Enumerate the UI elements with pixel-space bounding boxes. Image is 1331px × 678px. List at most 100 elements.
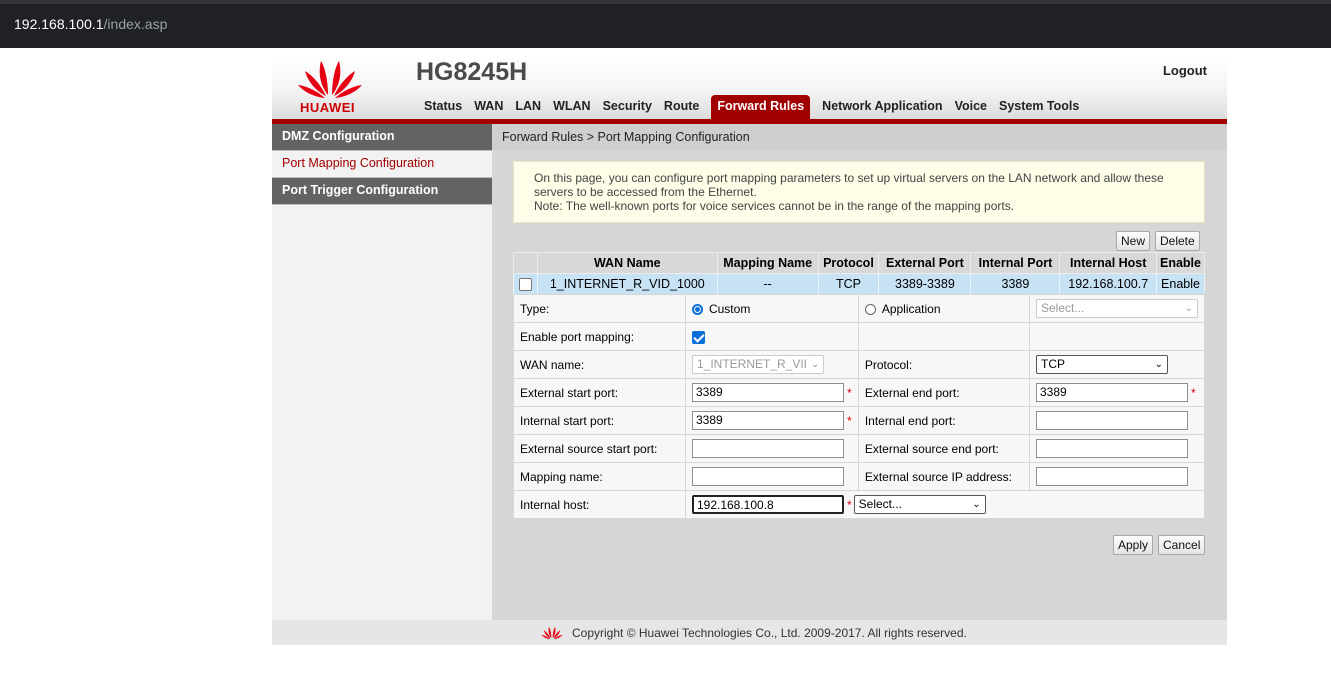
copyright-text: Copyright © Huawei Technologies Co., Ltd…	[572, 626, 967, 640]
internal-end-port-label: Internal end port:	[857, 406, 1031, 435]
chevron-down-icon: ⌄	[1154, 359, 1163, 370]
mapping-name-label: Mapping name:	[513, 462, 686, 491]
application-select-cell: Select... ⌄	[1029, 294, 1205, 323]
internal-start-port-label: Internal start port:	[513, 406, 686, 435]
protocol-select[interactable]: TCP ⌄	[1036, 355, 1168, 374]
required-mark: *	[846, 385, 852, 400]
internal-host-label: Internal host:	[513, 490, 686, 519]
external-end-port-cell: 3389 *	[1029, 378, 1205, 407]
protocol-cell: TCP ⌄	[1029, 350, 1205, 379]
cell-internal-host: 192.168.100.7	[1059, 273, 1157, 295]
sidebar-item-port-mapping[interactable]: Port Mapping Configuration	[272, 151, 492, 178]
tab-lan[interactable]: LAN	[509, 95, 547, 119]
header-mapping-name: Mapping Name	[716, 252, 819, 274]
type-custom-label: Custom	[708, 301, 751, 316]
cell-internal-port: 3389	[970, 273, 1061, 295]
enable-mapping-checkbox[interactable]	[691, 330, 705, 344]
note-line-3: Note: The well-known ports for voice ser…	[534, 199, 1015, 213]
apply-button[interactable]: Apply	[1113, 535, 1154, 555]
internal-host-select-value: Select...	[858, 497, 902, 511]
external-end-port-label: External end port:	[857, 378, 1031, 407]
tab-route[interactable]: Route	[658, 95, 705, 119]
tab-wan[interactable]: WAN	[468, 95, 509, 119]
header-enable: Enable	[1156, 252, 1205, 274]
cell-wan-name: 1_INTERNET_R_VID_1000	[536, 273, 718, 295]
new-button[interactable]: New	[1116, 231, 1151, 251]
protocol-label: Protocol:	[857, 350, 1031, 379]
type-label: Type:	[513, 294, 686, 323]
huawei-logo: HUAWEI	[294, 55, 366, 119]
logout-link[interactable]: Logout	[1163, 63, 1207, 78]
delete-button[interactable]: Delete	[1155, 231, 1200, 251]
wan-name-value: 1_INTERNET_R_VII	[696, 357, 808, 371]
source-end-port-cell	[1029, 434, 1205, 463]
source-start-port-input[interactable]	[691, 439, 844, 458]
mapping-name-cell	[684, 462, 859, 491]
main-nav: Status WAN LAN WLAN Security Route Forwa…	[418, 95, 1085, 119]
protocol-value: TCP	[1041, 357, 1065, 371]
page-header: HUAWEI HG8245H Logout Status WAN LAN WLA…	[272, 55, 1227, 124]
external-end-port-input[interactable]: 3389	[1036, 383, 1188, 402]
source-ip-input[interactable]	[1036, 467, 1188, 486]
tab-forward-rules[interactable]: Forward Rules	[711, 95, 811, 119]
wan-name-select[interactable]: 1_INTERNET_R_VII ⌄	[691, 355, 824, 374]
table-row[interactable]: 1_INTERNET_R_VID_1000 -- TCP 3389-3389 3…	[513, 273, 1205, 295]
tab-system-tools[interactable]: System Tools	[993, 95, 1085, 119]
sidebar-item-dmz[interactable]: DMZ Configuration	[272, 124, 492, 151]
source-start-port-label: External source start port:	[513, 434, 686, 463]
internal-host-input[interactable]: 192.168.100.8	[691, 495, 844, 514]
row-select-cell	[513, 273, 538, 295]
chevron-down-icon: ⌄	[1184, 303, 1193, 314]
external-start-port-cell: 3389 *	[684, 378, 859, 407]
header-protocol: Protocol	[817, 252, 880, 274]
chevron-down-icon: ⌄	[972, 499, 981, 510]
internal-start-port-cell: 3389 *	[684, 406, 859, 435]
type-custom-radio[interactable]	[691, 303, 703, 315]
tab-network-application[interactable]: Network Application	[816, 95, 948, 119]
info-note: On this page, you can configure port map…	[513, 161, 1205, 223]
port-mapping-form: Type: Custom Application Select... ⌄ Enab…	[513, 294, 1206, 519]
row-checkbox[interactable]	[518, 278, 532, 292]
external-start-port-input[interactable]: 3389	[691, 383, 844, 402]
sidebar-item-port-trigger[interactable]: Port Trigger Configuration	[272, 178, 492, 205]
chevron-down-icon: ⌄	[811, 359, 820, 370]
note-line-2: servers to be accessed from the Ethernet…	[534, 185, 757, 199]
header-wan-name: WAN Name	[536, 252, 718, 274]
brand-name: HUAWEI	[300, 100, 355, 115]
required-mark: *	[846, 413, 852, 428]
url-field[interactable]: 192.168.100.1/index.asp	[14, 16, 167, 32]
internal-end-port-cell	[1029, 406, 1205, 435]
huawei-petals-icon	[298, 61, 362, 98]
header-internal-host: Internal Host	[1059, 252, 1157, 274]
device-model: HG8245H	[416, 58, 528, 86]
internal-host-select[interactable]: Select... ⌄	[853, 495, 986, 514]
url-path: /index.asp	[103, 16, 168, 32]
tab-status[interactable]: Status	[418, 95, 468, 119]
type-application-radio[interactable]	[864, 303, 876, 315]
internal-end-port-input[interactable]	[1036, 411, 1188, 430]
header-external-port: External Port	[878, 252, 972, 274]
source-start-port-cell	[684, 434, 859, 463]
enable-mapping-cell	[684, 322, 859, 351]
header-internal-port: Internal Port	[970, 252, 1061, 274]
cell-external-port: 3389-3389	[878, 273, 972, 295]
huawei-petals-icon	[541, 626, 563, 640]
router-admin-frame: HUAWEI HG8245H Logout Status WAN LAN WLA…	[272, 55, 1227, 645]
application-select[interactable]: Select... ⌄	[1036, 299, 1198, 318]
browser-address-bar: 192.168.100.1/index.asp	[0, 0, 1331, 48]
source-end-port-input[interactable]	[1036, 439, 1188, 458]
tab-wlan[interactable]: WLAN	[547, 95, 597, 119]
cancel-button[interactable]: Cancel	[1158, 535, 1206, 555]
breadcrumb: Forward Rules > Port Mapping Configurati…	[492, 124, 1227, 150]
tab-voice[interactable]: Voice	[949, 95, 993, 119]
external-start-port-label: External start port:	[513, 378, 686, 407]
internal-start-port-input[interactable]: 3389	[691, 411, 844, 430]
main-content: Forward Rules > Port Mapping Configurati…	[492, 124, 1227, 620]
mapping-name-input[interactable]	[691, 467, 844, 486]
tab-security[interactable]: Security	[597, 95, 658, 119]
wan-name-label: WAN name:	[513, 350, 686, 379]
type-custom-cell: Custom	[684, 294, 859, 323]
table-header-row: WAN Name Mapping Name Protocol External …	[513, 252, 1205, 274]
note-line-1: On this page, you can configure port map…	[534, 171, 1164, 185]
required-mark: *	[1191, 385, 1196, 400]
